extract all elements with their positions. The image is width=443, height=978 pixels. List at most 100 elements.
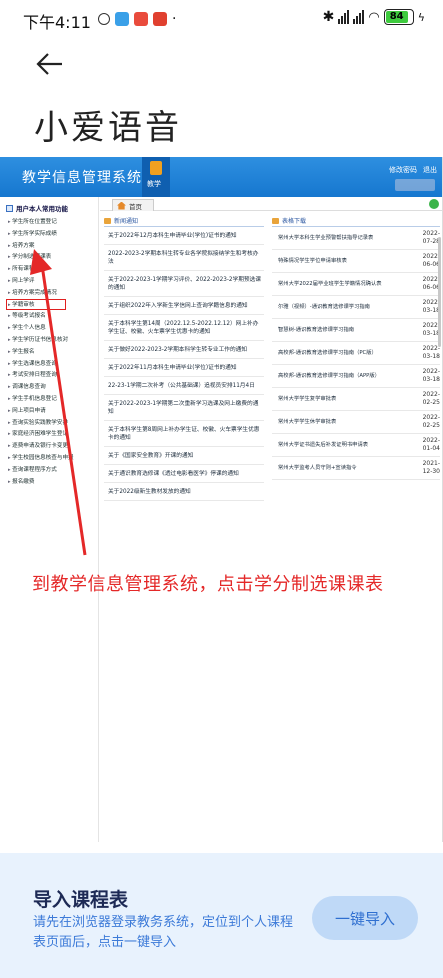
import-card: 导入课程表 请先在浏览器登录教务系统，定位到个人课程表页面后，点击一键导入 一键… (0, 853, 443, 978)
status-time: 下午4:11 (23, 13, 91, 32)
ims-sidebar-header-label: 用户本人常用功能 (16, 205, 68, 213)
ims-sidebar: 用户本人常用功能 学生所在位置登记 学生所学实际成绩 培养方案 学分制选课课表 … (0, 197, 99, 842)
ims-news-item: 关于2022年12月本科生申请毕业(学位)证书的通知 (104, 227, 264, 245)
ims-sidebar-item: 学生所在位置登记 (8, 217, 74, 229)
arrow-left-icon[interactable] (34, 49, 66, 79)
ims-sidebar-item: 调课信息查询 (8, 382, 74, 394)
ims-download-title: 常州大学学生复学审批表 (278, 395, 337, 402)
ims-download-item: 尔雅（视频）-通识教育选修课学习指南 2022-03-18 (272, 296, 440, 319)
ims-home-tab: 首页 (112, 199, 154, 211)
import-card-description: 请先在浏览器登录教务系统，定位到个人课程表页面后，点击一键导入 (33, 915, 294, 950)
ims-user-info (395, 179, 435, 191)
ims-sidebar-item-course-schedule: 学分制选课课表 (8, 252, 74, 264)
annotation-text: 到教学信息管理系统，点击学分制选课课表 (32, 574, 384, 595)
refresh-icon (429, 199, 439, 209)
ims-download-date: 2022-07-28 (422, 230, 440, 245)
signal-icon (338, 10, 350, 24)
ims-sidebar-item: 学生校园信息核查与申报 (8, 453, 74, 465)
ims-news-header: 新闻通知 (104, 215, 264, 227)
scrollbar (438, 237, 441, 347)
ims-news-item: 2022-2023-2学期本科生转专业各学院拟接纳学生和考核办法 (104, 245, 264, 271)
ims-news-item: 关于2022-2023-1学期第二次重新学习选课及网上缴费的通知 (104, 395, 264, 421)
ims-download-date: 2022-03-18 (422, 322, 440, 337)
ims-download-date: 2022-02-25 (422, 414, 440, 429)
ims-news-item: 关于组织2022年入学新生学信网上查询学籍信息的通知 (104, 297, 264, 315)
ims-download-item: 常州大学学生复学审批表 2022-02-25 (272, 388, 440, 411)
ims-download-item: 高校邦-通识教育选修课学习指南（PC版） 2022-03-18 (272, 342, 440, 365)
ims-download-item: 常州大学本科生学业预警帮扶指导记录表 2022-07-28 (272, 227, 440, 250)
ims-downloads-header: 表格下载 (272, 215, 440, 227)
charging-icon: ϟ (417, 10, 425, 24)
ims-news-item: 22-23-1学期二次补考（公共基础课）追视员安排11月4日 (104, 377, 264, 395)
ims-sidebar-item: 考试安排日程查询 (8, 370, 74, 382)
ims-news-item: 关于通识教育选修课《透过电影看医学》停课的通知 (104, 465, 264, 483)
ims-download-title: 特殊情况学生学位申请审核表 (278, 257, 347, 264)
ims-download-item: 高校邦-通识教育选修课学习指南（APP版） 2022-03-18 (272, 365, 440, 388)
ims-sidebar-item: 报名缴费 (8, 477, 74, 489)
ims-sidebar-item: 学生选课信息查询 (8, 359, 74, 371)
ims-header: 教学信息管理系统 教学 修改密码 退出 (0, 157, 442, 197)
ims-download-title: 高校邦-通识教育选修课学习指南（PC版） (278, 349, 377, 356)
ims-sidebar-item: 培养方案 (8, 241, 74, 253)
ims-link-change-password: 修改密码 (389, 166, 417, 174)
ims-sidebar-item: 网上项目申请 (8, 406, 74, 418)
ims-download-item: 常州大学监考人员守则+宣读指令 2021-12-30 (272, 457, 440, 480)
ims-download-date: 2022-06-06 (422, 276, 440, 291)
ims-link-logout: 退出 (423, 166, 437, 174)
wifi-icon: ◠ (368, 9, 380, 25)
ims-download-date: 2022-03-18 (422, 345, 440, 360)
app-notification-icon (134, 12, 148, 26)
ims-sidebar-item: 学生学历证书信息核对 (8, 335, 74, 347)
ims-sidebar-item: 培养方案完成情况 (8, 288, 74, 300)
one-click-import-button[interactable]: 一键导入 (312, 896, 418, 940)
alarm-off-icon (98, 13, 110, 25)
bluetooth-icon: ✱ (322, 9, 335, 25)
ims-sidebar-item: 学生手机信息登记 (8, 394, 74, 406)
highlight-box (6, 299, 66, 310)
ims-news-header-label: 新闻通知 (114, 218, 139, 225)
app-notification-icon (115, 12, 129, 26)
battery-icon: 84 (383, 9, 414, 25)
ims-download-title: 常州大学学生休学审批表 (278, 418, 337, 425)
ims-news-item: 关于2022-2023-1学期学习评价、2022-2023-2学期预选课的通知 (104, 271, 264, 297)
ims-sidebar-item: 网上学评 (8, 276, 74, 288)
ims-downloads-header-label: 表格下载 (282, 218, 307, 225)
ims-downloads-panel: 表格下载 常州大学本科生学业预警帮扶指导记录表 2022-07-28 特殊情况学生… (272, 215, 440, 480)
ims-sidebar-list: 学生所在位置登记 学生所学实际成绩 培养方案 学分制选课课表 所有课程信息 网上… (8, 217, 74, 488)
home-icon (117, 201, 126, 210)
ims-sidebar-item: 学生报名 (8, 347, 74, 359)
ims-download-title: 智慧树-通识教育选修课学习指南 (278, 326, 355, 333)
ims-download-item: 常州大学2022届毕业班学生学籍情况确认表 2022-06-06 (272, 273, 440, 296)
import-card-title: 导入课程表 (33, 889, 129, 911)
ims-home-tab-label: 首页 (129, 202, 142, 211)
ims-download-item: 特殊情况学生学位申请审核表 2022-06-06 (272, 250, 440, 273)
ims-system-title: 教学信息管理系统 (22, 170, 142, 186)
ims-download-date: 2022-03-18 (422, 368, 440, 383)
ims-sidebar-item: 查询课程程序方式 (8, 465, 74, 477)
ims-news-item: 关于本科学生第8周网上补办学生证、校徽、火车票学生优惠卡的通知 (104, 421, 264, 447)
ims-download-title: 尔雅（视频）-通识教育选修课学习指南 (278, 303, 370, 310)
ims-tab-bar: 首页 (100, 197, 442, 211)
book-icon (150, 161, 162, 175)
ims-download-date: 2021-12-30 (422, 460, 440, 475)
signal-icon (353, 10, 365, 24)
guide-screenshot: 教学信息管理系统 教学 修改密码 退出 用户本人常用功能 学生所在位置登记 学生… (0, 157, 443, 842)
ims-download-date: 2022-01-04 (422, 437, 440, 452)
status-right: ✱ ◠ 84 ϟ (323, 9, 425, 25)
ims-sidebar-item: 查询实验实践教学安排 (8, 418, 74, 430)
ims-download-date: 2022-03-18 (422, 299, 440, 314)
ims-news-panel: 新闻通知 关于2022年12月本科生申请毕业(学位)证书的通知 2022-202… (104, 215, 264, 501)
ims-download-title: 常州大学监考人员守则+宣读指令 (278, 464, 357, 471)
folder-icon (6, 204, 13, 212)
notice-icon (104, 217, 111, 224)
ims-news-item: 关于本科学生第14周（2022.12.5-2022.12.12）网上补办学生证、… (104, 315, 264, 341)
ims-sidebar-item: 学生个人信息 (8, 323, 74, 335)
page-title: 小爱语音 (34, 108, 182, 148)
ims-download-date: 2022-06-06 (422, 253, 440, 268)
notification-icons: · (98, 11, 176, 27)
ims-sidebar-item: 所有课程信息 (8, 264, 74, 276)
ims-tab-label: 教学 (147, 180, 161, 188)
status-bar: 下午4:11 · ✱ ◠ 84 ϟ (0, 0, 443, 38)
app-notification-icon (153, 12, 167, 26)
ims-sidebar-header: 用户本人常用功能 (6, 203, 68, 213)
